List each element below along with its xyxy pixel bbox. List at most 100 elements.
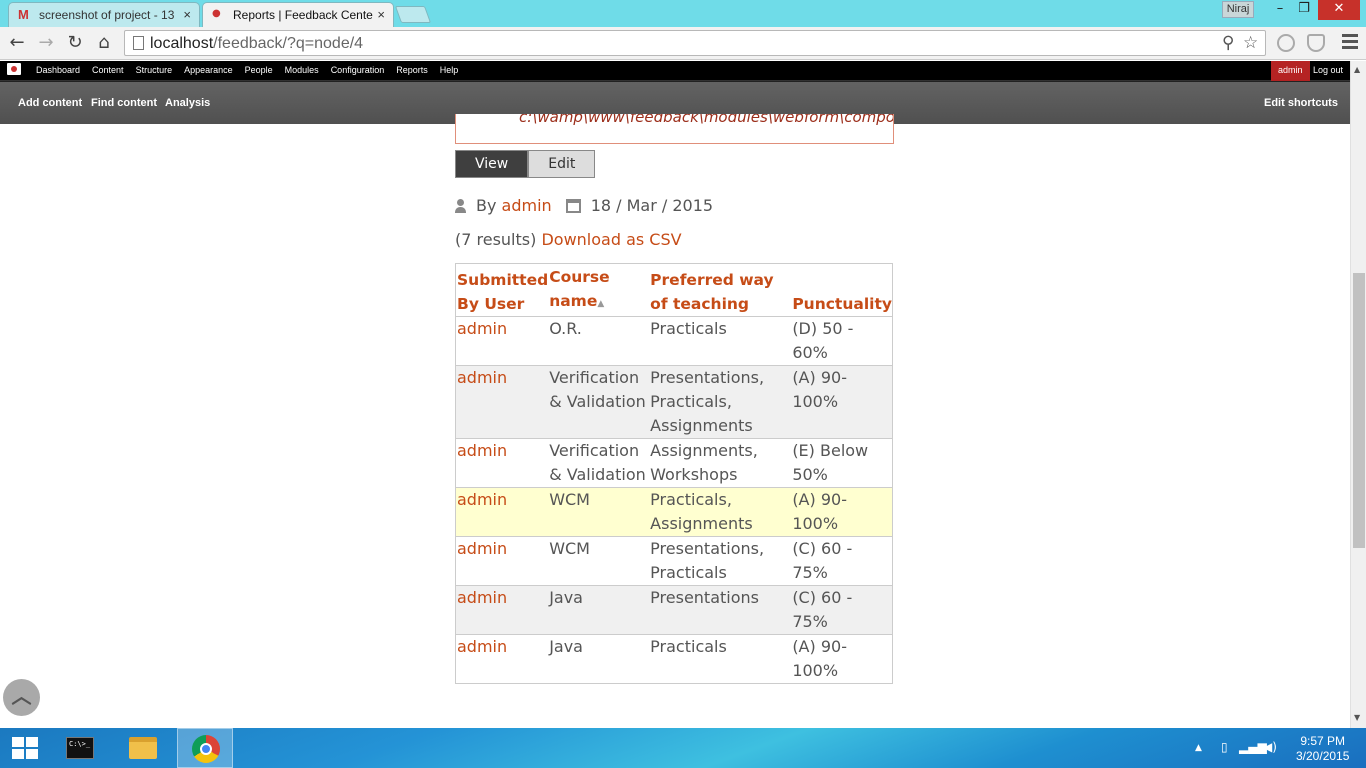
address-bar[interactable]: localhost/feedback/?q=node/4 ⚲ ☆ (124, 30, 1266, 56)
scroll-down-icon[interactable]: ▼ (1354, 713, 1360, 722)
forward-icon[interactable]: → (35, 32, 57, 54)
column-header-punctuality[interactable]: Punctuality (791, 264, 892, 317)
back-to-top-chevron-up-icon[interactable]: ︿ (3, 679, 40, 716)
drupal-home-icon[interactable] (7, 63, 21, 75)
restore-icon[interactable]: ❐ (1291, 0, 1317, 20)
cell-user-link[interactable]: admin (455, 438, 549, 488)
cell-user-link[interactable]: admin (455, 536, 549, 586)
tab-title: Reports | Feedback Cente (233, 8, 373, 22)
page-scrollbar[interactable]: ▲ ▼ (1350, 61, 1366, 728)
volume-icon[interactable]: ◀) (1263, 740, 1277, 754)
table-row-highlighted: admin WCM Practicals, Assignments (A) 90… (455, 487, 893, 537)
clock-date: 3/20/2015 (1296, 749, 1350, 763)
cell-user-link[interactable]: admin (455, 585, 549, 635)
zoom-search-icon[interactable]: ⚲ (1222, 33, 1234, 53)
cell-teaching: Presentations (649, 585, 792, 635)
window-close-icon[interactable]: ✕ (1318, 0, 1360, 20)
cell-teaching: Practicals (649, 316, 792, 366)
results-summary: (7 results) Download as CSV (455, 230, 682, 249)
minimize-icon[interactable]: – (1267, 0, 1293, 20)
admin-toolbar: Dashboard Content Structure Appearance P… (0, 61, 1366, 81)
node-tabs: View Edit (455, 150, 596, 178)
admin-menu-dashboard[interactable]: Dashboard (30, 61, 86, 80)
by-label: By (476, 196, 497, 215)
admin-menu-modules[interactable]: Modules (279, 61, 325, 80)
battery-icon[interactable]: ▯ (1221, 740, 1228, 754)
cell-user-link[interactable]: admin (455, 487, 549, 537)
tab-edit[interactable]: Edit (528, 150, 596, 178)
extension-icon[interactable] (1277, 34, 1295, 52)
table-row: admin Verification & Validation Assignme… (455, 438, 893, 488)
edit-shortcuts-link[interactable]: Edit shortcuts (1264, 97, 1338, 109)
column-header-user[interactable]: Submitted By User (456, 264, 548, 317)
command-prompt-icon: C:\>_ (66, 737, 94, 759)
calendar-icon (565, 199, 581, 213)
error-message-text: c:\wamp\www\feedback\modules\webform\com… (519, 114, 893, 126)
cell-user-link[interactable]: admin (455, 365, 549, 439)
column-header-course[interactable]: Course name▲ (548, 264, 649, 317)
cell-user-link[interactable]: admin (455, 316, 549, 366)
close-icon[interactable]: × (183, 7, 191, 22)
profile-button[interactable]: Niraj (1222, 1, 1254, 18)
results-count: (7 results) (455, 230, 537, 249)
taskbar-command-prompt[interactable]: C:\>_ (52, 728, 108, 768)
scrollbar-thumb[interactable] (1353, 273, 1365, 548)
admin-menu-reports[interactable]: Reports (390, 61, 434, 80)
browser-tab-reports[interactable]: ● Reports | Feedback Cente × (202, 2, 394, 27)
windows-start-icon[interactable] (12, 737, 38, 759)
close-icon[interactable]: × (377, 7, 385, 22)
admin-user-link[interactable]: admin (1271, 61, 1310, 81)
clock-time: 9:57 PM (1300, 734, 1346, 748)
admin-menu-appearance[interactable]: Appearance (178, 61, 239, 80)
node-meta: By admin 18 / Mar / 2015 (455, 196, 713, 215)
gmail-icon: M (18, 7, 29, 22)
cell-course: WCM (548, 536, 650, 586)
column-header-teaching[interactable]: Preferred way of teaching (649, 264, 791, 317)
cell-course: O.R. (548, 316, 650, 366)
new-tab-button[interactable] (394, 6, 432, 23)
table-row: admin Java Practicals (A) 90-100% (455, 634, 893, 684)
bookmark-star-icon[interactable]: ☆ (1243, 33, 1258, 53)
report-table: Submitted By User Course name▲ Preferred… (455, 263, 893, 684)
taskbar-file-explorer[interactable] (115, 728, 171, 768)
browser-toolbar: ← → ↻ ⌂ localhost/feedback/?q=node/4 ⚲ ☆ (0, 27, 1366, 60)
admin-menu-configuration[interactable]: Configuration (325, 61, 391, 80)
admin-menu-people[interactable]: People (239, 61, 279, 80)
cell-teaching: Assignments, Workshops (649, 438, 792, 488)
cell-punctuality: (A) 90-100% (791, 365, 893, 439)
browser-tab-gmail[interactable]: M screenshot of project - 13 × (8, 2, 200, 27)
admin-menu: Dashboard Content Structure Appearance P… (30, 61, 464, 80)
cell-teaching: Presentations, Practicals (649, 536, 792, 586)
cell-course: Verification & Validation (548, 365, 650, 439)
logout-link[interactable]: Log out (1313, 61, 1343, 80)
admin-menu-help[interactable]: Help (434, 61, 465, 80)
chrome-menu-icon[interactable] (1342, 34, 1358, 52)
shortcut-analysis[interactable]: Analysis (165, 97, 210, 109)
shortcut-add-content[interactable]: Add content (18, 97, 82, 109)
admin-menu-content[interactable]: Content (86, 61, 130, 80)
download-csv-link[interactable]: Download as CSV (541, 230, 681, 249)
author-link[interactable]: admin (502, 196, 552, 215)
shortcut-find-content[interactable]: Find content (91, 97, 157, 109)
user-icon (455, 199, 466, 213)
error-message: c:\wamp\www\feedback\modules\webform\com… (455, 114, 894, 144)
admin-menu-structure[interactable]: Structure (130, 61, 179, 80)
tab-view[interactable]: View (455, 150, 529, 178)
cell-course: Java (548, 585, 650, 635)
folder-icon (129, 737, 157, 759)
cell-user-link[interactable]: admin (455, 634, 549, 684)
tray-overflow-icon[interactable]: ▲ (1195, 743, 1202, 753)
taskbar-chrome[interactable] (177, 728, 233, 768)
reload-icon[interactable]: ↻ (64, 32, 86, 54)
scroll-up-icon[interactable]: ▲ (1354, 65, 1360, 74)
home-icon[interactable]: ⌂ (93, 32, 115, 54)
cell-punctuality: (E) Below 50% (791, 438, 893, 488)
taskbar-clock[interactable]: 9:57 PM 3/20/2015 (1296, 734, 1349, 764)
table-row: admin Java Presentations (C) 60 - 75% (455, 585, 893, 635)
cell-punctuality: (C) 60 - 75% (791, 536, 893, 586)
back-icon[interactable]: ← (6, 32, 28, 54)
shield-extension-icon[interactable] (1307, 34, 1325, 52)
table-row: admin Verification & Validation Presenta… (455, 365, 893, 439)
table-row: admin WCM Presentations, Practicals (C) … (455, 536, 893, 586)
cell-punctuality: (D) 50 - 60% (791, 316, 893, 366)
